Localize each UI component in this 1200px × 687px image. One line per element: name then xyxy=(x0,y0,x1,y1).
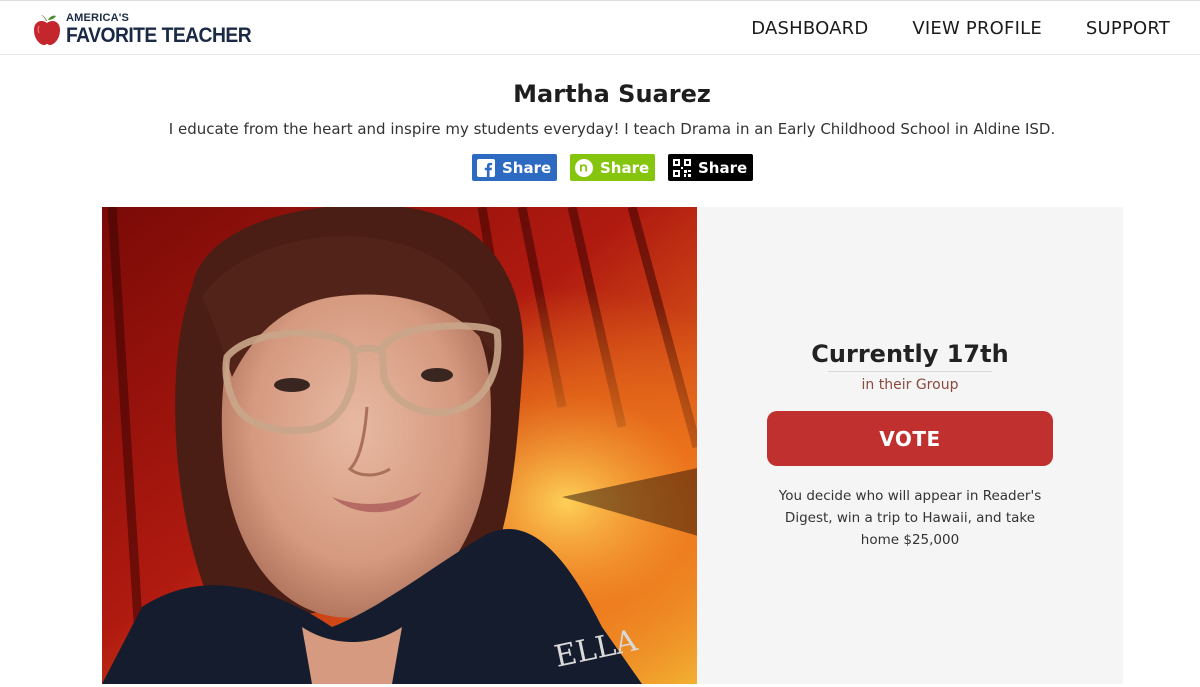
main-nav: DASHBOARD VIEW PROFILE SUPPORT xyxy=(751,1,1170,56)
site-logo[interactable]: AMERICA'S FAVORITE TEACHER xyxy=(32,10,252,48)
nextdoor-icon xyxy=(575,158,593,177)
share-buttons: Share Share Share xyxy=(472,154,753,181)
rank-divider xyxy=(828,371,992,372)
voting-panel: Currently 17th in their Group VOTE You d… xyxy=(697,207,1123,684)
nextdoor-share-button[interactable]: Share xyxy=(570,154,655,181)
top-navigation-bar: AMERICA'S FAVORITE TEACHER DASHBOARD VIE… xyxy=(0,0,1200,55)
qr-code-icon xyxy=(673,158,691,177)
qr-share-label: Share xyxy=(698,158,748,177)
teacher-portrait-image: ELLA xyxy=(102,207,697,684)
facebook-icon xyxy=(477,158,495,177)
rank-subtitle: in their Group xyxy=(861,377,959,393)
nextdoor-share-label: Share xyxy=(600,158,650,177)
logo-line2: FAVORITE TEACHER xyxy=(66,23,252,47)
logo-line1: AMERICA'S xyxy=(66,11,130,24)
teacher-bio: I educate from the heart and inspire my … xyxy=(168,120,1056,138)
nav-support[interactable]: SUPPORT xyxy=(1086,18,1170,39)
nav-dashboard[interactable]: DASHBOARD xyxy=(751,18,868,39)
apple-icon xyxy=(34,15,60,45)
teacher-photo: ELLA xyxy=(102,207,697,684)
facebook-share-button[interactable]: Share xyxy=(472,154,557,181)
vote-description: You decide who will appear in Reader's D… xyxy=(778,488,1042,548)
nav-view-profile[interactable]: VIEW PROFILE xyxy=(912,18,1042,39)
teacher-name: Martha Suarez xyxy=(513,80,711,108)
facebook-share-label: Share xyxy=(502,158,552,177)
rank-heading: Currently 17th xyxy=(811,340,1009,368)
qr-share-button[interactable]: Share xyxy=(668,154,753,181)
vote-button[interactable]: VOTE xyxy=(767,411,1053,466)
